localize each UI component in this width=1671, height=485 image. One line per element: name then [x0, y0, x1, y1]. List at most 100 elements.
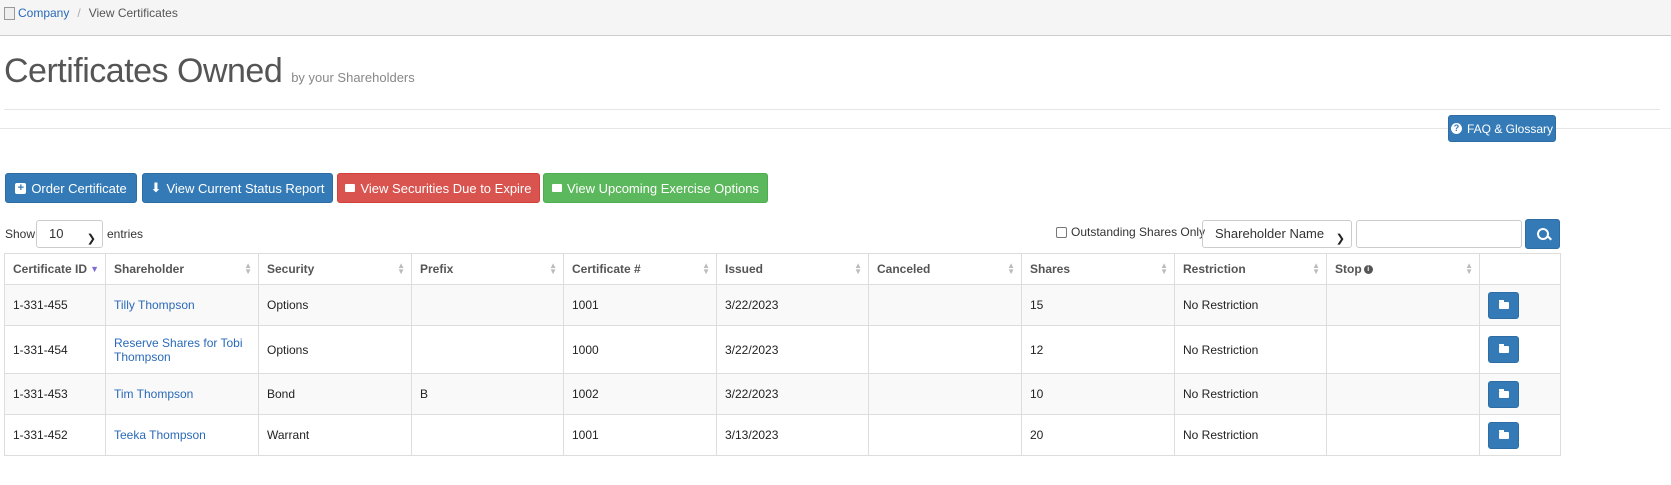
- cell-canceled: [868, 373, 1022, 415]
- open-folder-button[interactable]: [1488, 421, 1519, 449]
- cell-restriction: No Restriction: [1174, 373, 1327, 415]
- cell-prefix: [411, 325, 564, 374]
- cell-shares: 10: [1021, 373, 1175, 415]
- cell-actions: [1479, 325, 1561, 374]
- view-upcoming-exercise-options-button[interactable]: View Upcoming Exercise Options: [543, 173, 768, 203]
- column-header-restriction[interactable]: Restriction ▲ ▼: [1174, 253, 1327, 285]
- cell-stop: [1326, 414, 1480, 456]
- divider: [4, 109, 1660, 110]
- page-title-text: Certificates Owned: [4, 52, 283, 90]
- breadcrumb-company-link[interactable]: Company: [18, 6, 69, 20]
- cell-restriction: No Restriction: [1174, 325, 1327, 374]
- divider: [0, 128, 1671, 129]
- top-bar: Company / View Certificates: [0, 0, 1671, 36]
- column-header-stop[interactable]: Stop i ▲ ▼: [1326, 253, 1480, 285]
- column-header-label: Canceled: [877, 262, 931, 276]
- folder-open-icon: [1499, 344, 1509, 353]
- open-folder-button[interactable]: [1488, 380, 1519, 408]
- entries-select-value: 10: [49, 226, 64, 241]
- cell-actions: [1479, 414, 1561, 456]
- shareholder-link[interactable]: Tim Thompson: [105, 373, 259, 415]
- cell-security: Warrant: [258, 414, 412, 456]
- open-folder-button[interactable]: [1488, 336, 1519, 363]
- column-header-issued[interactable]: Issued ▲ ▼: [716, 253, 869, 285]
- building-icon: [4, 6, 15, 20]
- cell-security: Options: [258, 325, 412, 374]
- column-header-label: Shareholder: [114, 262, 185, 276]
- order-certificate-label: Order Certificate: [31, 180, 127, 196]
- column-header-actions: [1479, 253, 1561, 285]
- entries-label: entries: [107, 227, 144, 241]
- folder-open-icon: [1499, 299, 1509, 309]
- page-title: Certificates Owned by your Shareholders: [4, 52, 415, 91]
- folder-open-icon: [1499, 388, 1509, 398]
- cell-issued: 3/22/2023: [716, 373, 869, 415]
- cell-certificate-number: 1001: [563, 414, 717, 456]
- column-header-canceled[interactable]: Canceled ▲ ▼: [868, 253, 1022, 285]
- sort-icon: ▲ ▼: [549, 261, 557, 276]
- plus-square-icon: +: [15, 182, 27, 194]
- view-securities-due-to-expire-button[interactable]: View Securities Due to Expire: [337, 173, 540, 203]
- view-current-status-report-button[interactable]: ⬇ View Current Status Report: [142, 173, 333, 203]
- column-header-prefix[interactable]: Prefix ▲ ▼: [411, 253, 564, 285]
- cell-canceled: [868, 284, 1022, 326]
- column-header-label: Issued: [725, 262, 764, 276]
- search-field-select[interactable]: Shareholder Name ❯: [1202, 220, 1352, 248]
- cell-actions: [1479, 284, 1561, 326]
- sort-desc-icon: ▼: [90, 264, 99, 274]
- search-input[interactable]: [1356, 220, 1522, 248]
- column-header-label: Restriction: [1183, 262, 1246, 276]
- show-label: Show: [5, 227, 36, 241]
- table-row: 1-331-452 Teeka Thompson Warrant 1001 3/…: [4, 414, 1561, 456]
- column-header-shares[interactable]: Shares ▲ ▼: [1021, 253, 1175, 285]
- cell-shares: 12: [1021, 325, 1175, 374]
- shareholder-link[interactable]: Tilly Thompson: [105, 284, 259, 326]
- sort-icon: ▲ ▼: [244, 261, 252, 276]
- cell-stop: [1326, 284, 1480, 326]
- sort-icon: ▲ ▼: [397, 261, 405, 276]
- faq-glossary-button[interactable]: ? FAQ & Glossary: [1448, 115, 1556, 142]
- table-header-row: Certificate ID ▼ Shareholder ▲ ▼ Security ▲ ▼…: [4, 253, 1561, 285]
- column-header-security[interactable]: Security ▲ ▼: [258, 253, 412, 285]
- cell-certificate-id: 1-331-454: [4, 325, 106, 374]
- cell-stop: [1326, 325, 1480, 374]
- column-header-certificate-id[interactable]: Certificate ID ▼: [4, 253, 106, 285]
- sort-icon: ▲ ▼: [1160, 261, 1168, 276]
- id-card-icon: [552, 184, 563, 192]
- cell-prefix: [411, 414, 564, 456]
- search-button[interactable]: [1525, 219, 1560, 249]
- sort-icon: ▲ ▼: [1465, 261, 1473, 276]
- table-row: 1-331-453 Tim Thompson Bond B 1002 3/22/…: [4, 373, 1561, 415]
- search-field-select-value: Shareholder Name: [1215, 226, 1325, 241]
- page-subtitle: by your Shareholders: [291, 70, 415, 85]
- column-header-certificate-number[interactable]: Certificate # ▲ ▼: [563, 253, 717, 285]
- outstanding-shares-filter[interactable]: Outstanding Shares Only: [1056, 225, 1205, 239]
- entries-select[interactable]: 10 ❯: [36, 220, 103, 248]
- column-header-label: Security: [267, 262, 315, 276]
- chevron-down-icon: ❯: [86, 233, 96, 245]
- shareholder-link[interactable]: Reserve Shares for Tobi Thompson: [105, 325, 259, 374]
- cell-security: Bond: [258, 373, 412, 415]
- column-header-label: Shares: [1030, 262, 1071, 276]
- order-certificate-button[interactable]: + Order Certificate: [5, 173, 137, 203]
- sort-icon: ▲ ▼: [854, 261, 862, 276]
- breadcrumb-separator: /: [77, 6, 81, 20]
- cell-issued: 3/22/2023: [716, 325, 869, 374]
- cell-certificate-number: 1000: [563, 325, 717, 374]
- view-securities-due-to-expire-label: View Securities Due to Expire: [360, 180, 532, 196]
- cell-security: Options: [258, 284, 412, 326]
- id-card-icon: [345, 184, 356, 192]
- cell-prefix: [411, 284, 564, 326]
- cell-issued: 3/22/2023: [716, 284, 869, 326]
- sort-icon: ▲ ▼: [1312, 261, 1320, 276]
- column-header-shareholder[interactable]: Shareholder ▲ ▼: [105, 253, 259, 285]
- open-folder-button[interactable]: [1488, 291, 1519, 319]
- outstanding-shares-checkbox[interactable]: [1056, 226, 1067, 238]
- shareholder-link[interactable]: Teeka Thompson: [105, 414, 259, 456]
- cell-shares: 20: [1021, 414, 1175, 456]
- folder-open-icon: [1499, 429, 1509, 439]
- column-header-label: Prefix: [420, 262, 454, 276]
- chevron-down-icon: ❯: [1335, 233, 1345, 245]
- breadcrumb: Company / View Certificates: [4, 6, 178, 20]
- cell-canceled: [868, 325, 1022, 374]
